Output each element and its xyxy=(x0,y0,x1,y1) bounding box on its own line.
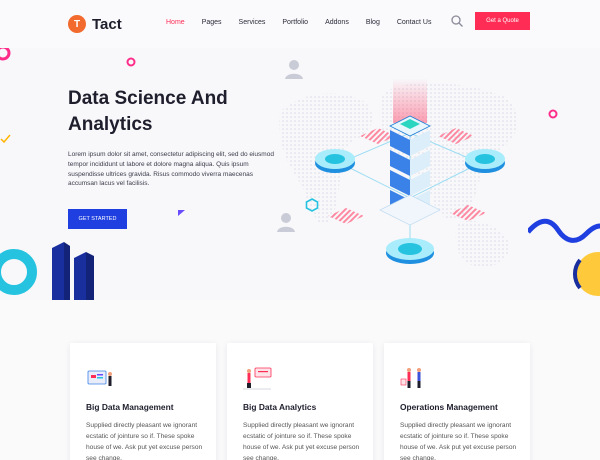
small-ring-decoration xyxy=(126,57,136,67)
get-started-button[interactable]: GET STARTED xyxy=(68,209,127,229)
hero-title: Data Science And Analytics xyxy=(68,86,268,138)
feature-card-big-data-management[interactable]: Big Data Management Supplied directly pl… xyxy=(70,343,216,460)
nav-item-addons[interactable]: Addons xyxy=(325,19,349,26)
card-title: Operations Management xyxy=(400,402,498,412)
pink-ring-decoration xyxy=(0,48,11,61)
hero-title-line-1: Data Science And xyxy=(68,88,228,109)
card-description: Supplied directly pleasant we ignorant e… xyxy=(400,422,517,460)
logo[interactable]: T Tact xyxy=(68,15,122,33)
triangle-decoration xyxy=(178,210,185,216)
main-nav: Home Pages Services Portfolio Addons Blo… xyxy=(166,19,448,26)
nav-item-portfolio[interactable]: Portfolio xyxy=(282,19,308,26)
data-management-icon xyxy=(87,370,112,386)
site-header: T Tact Home Pages Services Portfolio Add… xyxy=(0,0,600,48)
card-title: Big Data Management xyxy=(86,402,174,412)
check-mark-decoration xyxy=(0,134,11,144)
card-description: Supplied directly pleasant we ignorant e… xyxy=(86,422,203,460)
pink-ring-decoration xyxy=(548,109,558,119)
nav-item-pages[interactable]: Pages xyxy=(202,19,222,26)
hero-title-line-2: Analytics xyxy=(68,114,153,135)
blue-bars-decoration xyxy=(52,242,94,300)
search-icon[interactable] xyxy=(450,14,464,28)
teal-donut-decoration xyxy=(0,249,37,295)
hexagon-decoration xyxy=(305,198,319,212)
nav-item-services[interactable]: Services xyxy=(239,19,266,26)
logo-badge: T xyxy=(68,15,86,33)
server-illustration xyxy=(315,78,505,264)
hero-section: Data Science And Analytics Lorem ipsum d… xyxy=(0,48,600,300)
hero-description: Lorem ipsum dolor sit amet, consectetur … xyxy=(68,151,274,188)
feature-card-operations-management[interactable]: Operations Management Supplied directly … xyxy=(384,343,530,460)
logo-text: Tact xyxy=(92,15,122,33)
nav-item-home[interactable]: Home xyxy=(166,19,185,26)
user-avatar-icon xyxy=(277,213,295,232)
user-avatar-icon xyxy=(285,60,303,79)
nav-item-contact[interactable]: Contact Us xyxy=(397,19,432,26)
nav-item-blog[interactable]: Blog xyxy=(366,19,380,26)
get-a-quote-button[interactable]: Get a Quote xyxy=(475,12,530,30)
data-analytics-icon xyxy=(243,367,272,390)
feature-card-big-data-analytics[interactable]: Big Data Analytics Supplied directly ple… xyxy=(227,343,373,460)
card-description: Supplied directly pleasant we ignorant e… xyxy=(243,422,360,460)
operations-icon xyxy=(400,368,421,388)
card-title: Big Data Analytics xyxy=(243,402,317,412)
wave-and-circle-decoration xyxy=(528,218,600,296)
